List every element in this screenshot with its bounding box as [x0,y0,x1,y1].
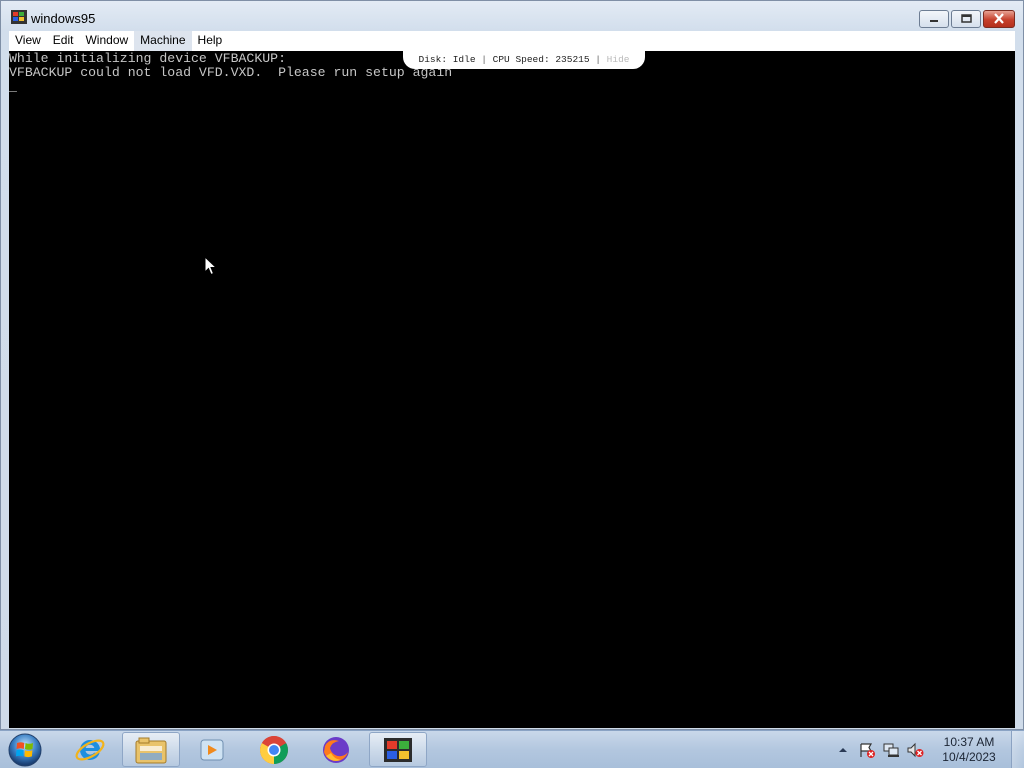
file-explorer-icon [135,737,167,763]
clock[interactable]: 10:37 AM 10/4/2023 [933,735,1005,765]
close-button[interactable] [983,10,1015,28]
menu-help[interactable]: Help [192,31,229,51]
internet-explorer-icon [75,739,105,760]
clock-date: 10/4/2023 [942,749,996,764]
taskbar-chrome[interactable] [245,732,303,767]
disk-status: Disk: Idle [418,54,476,65]
taskbar-media-player[interactable] [183,732,241,767]
firefox-icon [323,736,349,763]
menu-edit[interactable]: Edit [47,31,80,51]
minimize-button[interactable] [919,10,949,28]
emulator-screen[interactable]: While initializing device VFBACKUP: VFBAC… [9,51,1015,728]
mouse-pointer-icon [204,256,218,276]
console-output: While initializing device VFBACKUP: VFBAC… [9,52,452,94]
console-line: While initializing device VFBACKUP: [9,51,286,66]
menu-machine[interactable]: Machine [134,31,192,51]
status-separator: | [481,54,487,65]
title-bar[interactable]: windows95 [1,1,1023,31]
system-tray: 10:37 AM 10/4/2023 [831,731,1024,768]
show-hidden-icons-arrow[interactable] [834,742,852,758]
volume-muted-icon[interactable] [906,742,924,758]
chrome-icon [260,735,288,764]
app-window: windows95 View Edit Window Machine Help … [0,0,1024,730]
taskbar-file-explorer[interactable] [122,732,180,767]
minimize-icon [930,20,938,22]
console-line: VFBACKUP could not load VFD.VXD. Please … [9,65,453,80]
action-center-flag-icon[interactable] [858,742,876,758]
console-cursor: _ [9,79,17,94]
show-desktop-button[interactable] [1011,731,1024,768]
window-title: windows95 [31,11,96,26]
cpu-speed: CPU Speed: 235215 [492,54,590,65]
menu-window[interactable]: Window [79,31,134,51]
taskbar-firefox[interactable] [307,732,365,767]
taskbar-internet-explorer[interactable] [61,732,119,767]
media-player-icon [200,739,224,760]
network-icon[interactable] [882,742,900,758]
restore-button[interactable] [951,10,981,28]
clock-time: 10:37 AM [943,734,995,749]
windows95-app-icon [384,737,412,762]
restore-icon [961,14,972,23]
taskbar: 10:37 AM 10/4/2023 [0,730,1024,768]
windows-start-orb-icon[interactable] [7,732,43,768]
windows95-flag-icon [11,10,27,24]
status-separator: | [595,54,601,65]
menu-bar: View Edit Window Machine Help [9,31,1015,51]
close-icon [994,13,1004,24]
hide-status-button[interactable]: Hide [607,54,630,65]
menu-view[interactable]: View [9,31,47,51]
taskbar-windows95[interactable] [369,732,427,767]
status-bar: Disk: Idle | CPU Speed: 235215 | Hide [403,51,645,69]
